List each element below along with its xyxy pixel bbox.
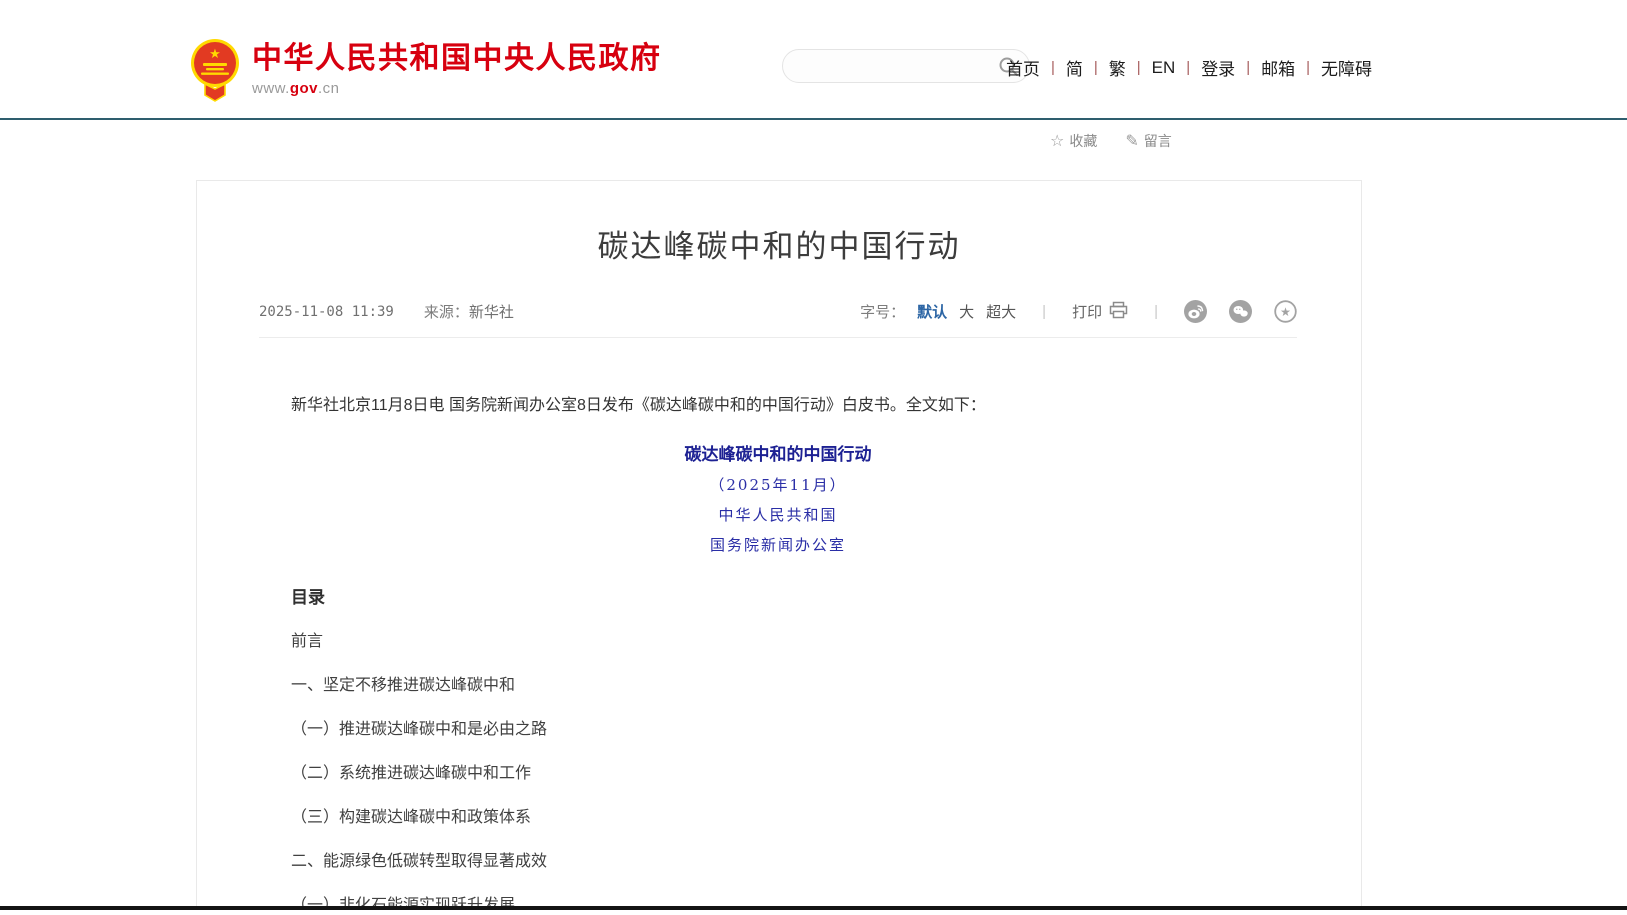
font-size-xlarge-button[interactable]: 超大: [986, 301, 1016, 322]
nav-item-home[interactable]: 首页: [1006, 55, 1040, 80]
nav-separator: |: [1094, 59, 1098, 76]
site-url-suffix: .cn: [318, 80, 340, 97]
font-size-large-button[interactable]: 大: [959, 301, 974, 322]
toolbar-separator: |: [1154, 303, 1158, 320]
nav-item-accessibility[interactable]: 无障碍: [1321, 55, 1372, 80]
toc-item-preface: 前言: [291, 632, 1265, 652]
header-divider: [0, 118, 1627, 120]
svg-text:★: ★: [1280, 305, 1291, 319]
national-emblem-logo[interactable]: ★: [190, 38, 240, 102]
document-org-line1: 中华人民共和国: [291, 504, 1265, 525]
article-meta-left: 2025-11-08 11:39 来源：新华社: [259, 301, 514, 322]
site-title[interactable]: 中华人民共和国中央人民政府: [252, 42, 662, 76]
message-label: 留言: [1144, 131, 1172, 151]
toc-item-1-1: （一）推进碳达峰碳中和是必由之路: [291, 720, 1265, 740]
top-nav: 首页 | 简 | 繁 | EN | 登录 | 邮箱 | 无障碍: [1006, 55, 1372, 80]
favorite-link[interactable]: ☆ 收藏: [1050, 131, 1097, 151]
page: ★ 中华人民共和国中央人民政府 www.gov.cn 首页 | 简: [0, 0, 1627, 915]
svg-text:★: ★: [209, 46, 221, 61]
print-button[interactable]: 打印: [1072, 301, 1128, 323]
site-url-prefix: www.: [252, 80, 290, 97]
page-actions: ☆ 收藏 ✎ 留言: [1050, 131, 1172, 151]
source-link[interactable]: 新华社: [469, 304, 514, 321]
article-toolbar: 字号： 默认 大 超大 | 打印 |: [860, 300, 1297, 323]
star-share-icon[interactable]: ★: [1274, 300, 1297, 323]
search-input[interactable]: [799, 51, 989, 81]
nav-item-simplified[interactable]: 简: [1066, 55, 1083, 80]
article-title: 碳达峰碳中和的中国行动: [197, 221, 1361, 266]
print-label: 打印: [1072, 301, 1102, 322]
nav-item-traditional[interactable]: 繁: [1109, 55, 1126, 80]
document-org-line2: 国务院新闻办公室: [291, 534, 1265, 555]
site-url-highlight: gov: [290, 80, 318, 97]
document-title: 碳达峰碳中和的中国行动: [291, 440, 1265, 465]
article-card: 碳达峰碳中和的中国行动 2025-11-08 11:39 来源：新华社 字号： …: [196, 180, 1362, 908]
article-body: 新华社北京11月8日电 国务院新闻办公室8日发布《碳达峰碳中和的中国行动》白皮书…: [197, 394, 1361, 908]
nav-separator: |: [1051, 59, 1055, 76]
article-meta-row: 2025-11-08 11:39 来源：新华社 字号： 默认 大 超大 | 打印: [259, 300, 1297, 338]
site-url[interactable]: www.gov.cn: [252, 80, 662, 97]
publish-date: 2025-11-08 11:39: [259, 304, 394, 320]
nav-separator: |: [1137, 59, 1141, 76]
document-date: （2025年11月）: [291, 474, 1265, 495]
source: 来源：新华社: [424, 301, 514, 322]
wechat-share-icon[interactable]: [1229, 300, 1252, 323]
printer-icon: [1109, 301, 1128, 323]
nav-separator: |: [1306, 59, 1310, 76]
toc-item-2: 二、能源绿色低碳转型取得显著成效: [291, 852, 1265, 872]
weibo-share-icon[interactable]: [1184, 300, 1207, 323]
toc-heading: 目录: [291, 583, 1265, 608]
message-link[interactable]: ✎ 留言: [1125, 131, 1171, 151]
star-icon: ☆: [1050, 131, 1064, 151]
toolbar-separator: |: [1042, 303, 1046, 320]
toc-item-1-2: （二）系统推进碳达峰碳中和工作: [291, 764, 1265, 784]
nav-item-login[interactable]: 登录: [1201, 55, 1235, 80]
lead-paragraph: 新华社北京11月8日电 国务院新闻办公室8日发布《碳达峰碳中和的中国行动》白皮书…: [291, 394, 1265, 418]
pencil-icon: ✎: [1125, 131, 1138, 151]
favorite-label: 收藏: [1069, 131, 1097, 151]
nav-separator: |: [1186, 59, 1190, 76]
nav-item-english[interactable]: EN: [1152, 58, 1176, 78]
viewport-bottom-line: [0, 906, 1627, 910]
nav-separator: |: [1246, 59, 1250, 76]
search-box: [782, 49, 1030, 83]
font-size-label: 字号：: [860, 301, 905, 322]
site-ident: 中华人民共和国中央人民政府 www.gov.cn: [252, 42, 662, 97]
nav-item-mail[interactable]: 邮箱: [1261, 55, 1295, 80]
source-label: 来源：: [424, 304, 469, 321]
site-header: ★ 中华人民共和国中央人民政府 www.gov.cn 首页 | 简: [0, 0, 1627, 118]
font-size-default-button[interactable]: 默认: [917, 301, 947, 322]
toc-item-1-3: （三）构建碳达峰碳中和政策体系: [291, 808, 1265, 828]
toc-item-1: 一、坚定不移推进碳达峰碳中和: [291, 676, 1265, 696]
